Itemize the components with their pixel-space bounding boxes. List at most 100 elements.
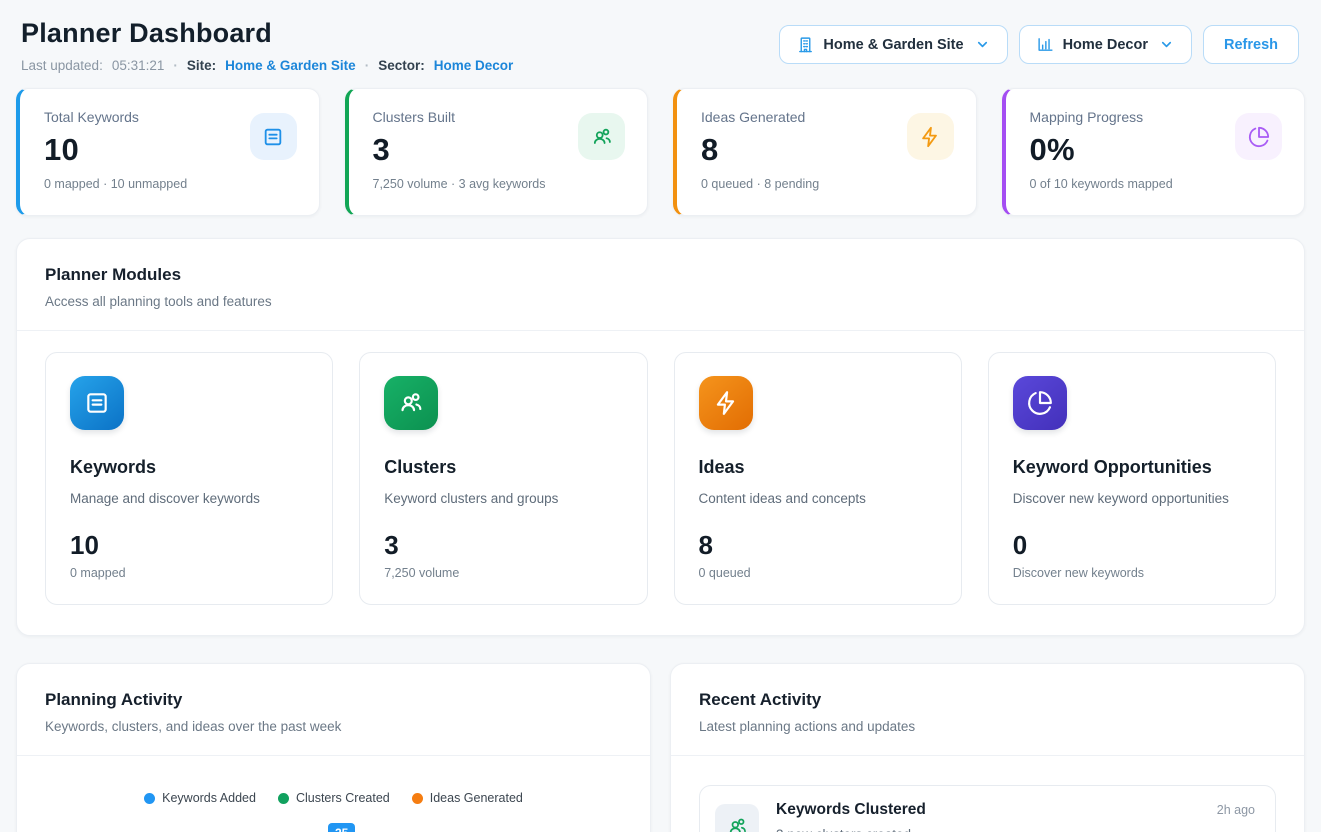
- site-select-label: Home & Garden Site: [823, 37, 963, 53]
- meta-separator: ·: [173, 58, 178, 73]
- recent-activity-panel: Recent Activity Latest planning actions …: [670, 663, 1305, 832]
- sector-link[interactable]: Home Decor: [434, 58, 514, 73]
- last-updated-value: 05:31:21: [112, 58, 165, 73]
- stat-card-ideas-generated: Ideas Generated 8 0 queued · 8 pending: [673, 88, 977, 216]
- stat-text: Ideas Generated 8 0 queued · 8 pending: [701, 109, 819, 197]
- chevron-down-icon: [1159, 37, 1174, 52]
- legend-label: Clusters Created: [296, 791, 390, 805]
- data-point-label: 25: [328, 823, 355, 832]
- stat-sub: 0 mapped · 10 unmapped: [44, 177, 187, 191]
- legend-label: Ideas Generated: [430, 791, 523, 805]
- legend-item-clusters-created[interactable]: Clusters Created: [278, 791, 390, 805]
- recent-activity-header: Recent Activity Latest planning actions …: [671, 664, 1304, 756]
- page-title: Planner Dashboard: [21, 18, 513, 49]
- module-title: Keywords: [70, 457, 308, 478]
- chevron-down-icon: [975, 37, 990, 52]
- module-card-keywords[interactable]: Keywords Manage and discover keywords 10…: [45, 352, 333, 605]
- recent-activity-subtitle: Latest planning actions and updates: [699, 719, 1276, 734]
- stat-label: Ideas Generated: [701, 109, 819, 125]
- bar-chart-icon: [1037, 36, 1054, 53]
- header-controls: Home & Garden Site Home Decor Refresh: [779, 25, 1299, 64]
- module-card-ideas[interactable]: Ideas Content ideas and concepts 8 0 que…: [674, 352, 962, 605]
- activity-timestamp: 2h ago: [1217, 803, 1255, 817]
- stat-card-mapping-progress: Mapping Progress 0% 0 of 10 keywords map…: [1002, 88, 1306, 216]
- planner-dashboard-page: Planner Dashboard Last updated: 05:31:21…: [0, 0, 1321, 832]
- site-link[interactable]: Home & Garden Site: [225, 58, 356, 73]
- stat-card-total-keywords: Total Keywords 10 0 mapped · 10 unmapped: [16, 88, 320, 216]
- stat-label: Mapping Progress: [1030, 109, 1173, 125]
- module-value: 3: [384, 530, 622, 561]
- module-sub: Discover new keywords: [1013, 566, 1251, 580]
- module-card-clusters[interactable]: Clusters Keyword clusters and groups 3 7…: [359, 352, 647, 605]
- recent-activity-title: Recent Activity: [699, 690, 1276, 710]
- sector-select[interactable]: Home Decor: [1019, 25, 1192, 64]
- stat-text: Total Keywords 10 0 mapped · 10 unmapped: [44, 109, 187, 197]
- stat-sub: 0 queued · 8 pending: [701, 177, 819, 191]
- pie-chart-icon: [1013, 376, 1067, 430]
- legend-dot-icon: [278, 793, 289, 804]
- activity-description: 3 new clusters created: [776, 827, 1255, 832]
- stat-sub: 0 of 10 keywords mapped: [1030, 177, 1173, 191]
- stat-sub: 7,250 volume · 3 avg keywords: [373, 177, 546, 191]
- lightning-icon: [699, 376, 753, 430]
- module-title: Clusters: [384, 457, 622, 478]
- legend-dot-icon: [412, 793, 423, 804]
- stat-value: 10: [44, 132, 187, 168]
- legend-item-keywords-added[interactable]: Keywords Added: [144, 791, 256, 805]
- users-icon: [578, 113, 625, 160]
- legend-dot-icon: [144, 793, 155, 804]
- legend-item-ideas-generated[interactable]: Ideas Generated: [412, 791, 523, 805]
- document-icon: [250, 113, 297, 160]
- module-card-keyword-opportunities[interactable]: Keyword Opportunities Discover new keywo…: [988, 352, 1276, 605]
- stat-value: 0%: [1030, 132, 1173, 168]
- bottom-row: Planning Activity Keywords, clusters, an…: [16, 663, 1305, 832]
- building-icon: [797, 36, 814, 53]
- module-value: 10: [70, 530, 308, 561]
- module-value: 0: [1013, 530, 1251, 561]
- chart-legend: Keywords Added Clusters Created Ideas Ge…: [17, 791, 650, 805]
- site-label: Site:: [187, 58, 216, 73]
- legend-label: Keywords Added: [162, 791, 256, 805]
- planning-activity-title: Planning Activity: [45, 690, 622, 710]
- modules-grid: Keywords Manage and discover keywords 10…: [17, 331, 1304, 635]
- sector-label: Sector:: [378, 58, 425, 73]
- stat-value: 8: [701, 132, 819, 168]
- module-description: Manage and discover keywords: [70, 491, 308, 506]
- module-title: Ideas: [699, 457, 937, 478]
- stat-text: Mapping Progress 0% 0 of 10 keywords map…: [1030, 109, 1173, 197]
- refresh-button[interactable]: Refresh: [1203, 25, 1299, 64]
- header-left: Planner Dashboard Last updated: 05:31:21…: [21, 18, 513, 73]
- users-icon: [384, 376, 438, 430]
- page-meta: Last updated: 05:31:21 · Site: Home & Ga…: [21, 58, 513, 73]
- planning-activity-panel: Planning Activity Keywords, clusters, an…: [16, 663, 651, 832]
- last-updated-label: Last updated:: [21, 58, 103, 73]
- users-icon: [715, 804, 759, 832]
- planning-activity-subtitle: Keywords, clusters, and ideas over the p…: [45, 719, 622, 734]
- module-title: Keyword Opportunities: [1013, 457, 1251, 478]
- pie-chart-icon: [1235, 113, 1282, 160]
- stat-text: Clusters Built 3 7,250 volume · 3 avg ke…: [373, 109, 546, 197]
- module-sub: 7,250 volume: [384, 566, 622, 580]
- module-sub: 0 queued: [699, 566, 937, 580]
- activity-item-keywords-clustered: Keywords Clustered 2h ago 3 new clusters…: [699, 785, 1276, 832]
- module-description: Discover new keyword opportunities: [1013, 491, 1251, 506]
- module-description: Keyword clusters and groups: [384, 491, 622, 506]
- stat-value: 3: [373, 132, 546, 168]
- modules-header: Planner Modules Access all planning tool…: [17, 239, 1304, 331]
- site-select[interactable]: Home & Garden Site: [779, 25, 1007, 64]
- activity-title-row: Keywords Clustered 2h ago: [776, 801, 1255, 819]
- stat-label: Total Keywords: [44, 109, 187, 125]
- sector-select-label: Home Decor: [1063, 37, 1148, 53]
- stat-card-clusters-built: Clusters Built 3 7,250 volume · 3 avg ke…: [345, 88, 649, 216]
- module-sub: 0 mapped: [70, 566, 308, 580]
- document-icon: [70, 376, 124, 430]
- activity-body: Keywords Clustered 2h ago 3 new clusters…: [776, 801, 1255, 832]
- planner-modules-panel: Planner Modules Access all planning tool…: [16, 238, 1305, 636]
- lightning-icon: [907, 113, 954, 160]
- planning-activity-header: Planning Activity Keywords, clusters, an…: [17, 664, 650, 756]
- activity-area-chart: 25 25 24: [45, 816, 622, 832]
- activity-title: Keywords Clustered: [776, 801, 926, 819]
- module-description: Content ideas and concepts: [699, 491, 937, 506]
- stats-row: Total Keywords 10 0 mapped · 10 unmapped…: [16, 88, 1305, 216]
- meta-separator: ·: [365, 58, 370, 73]
